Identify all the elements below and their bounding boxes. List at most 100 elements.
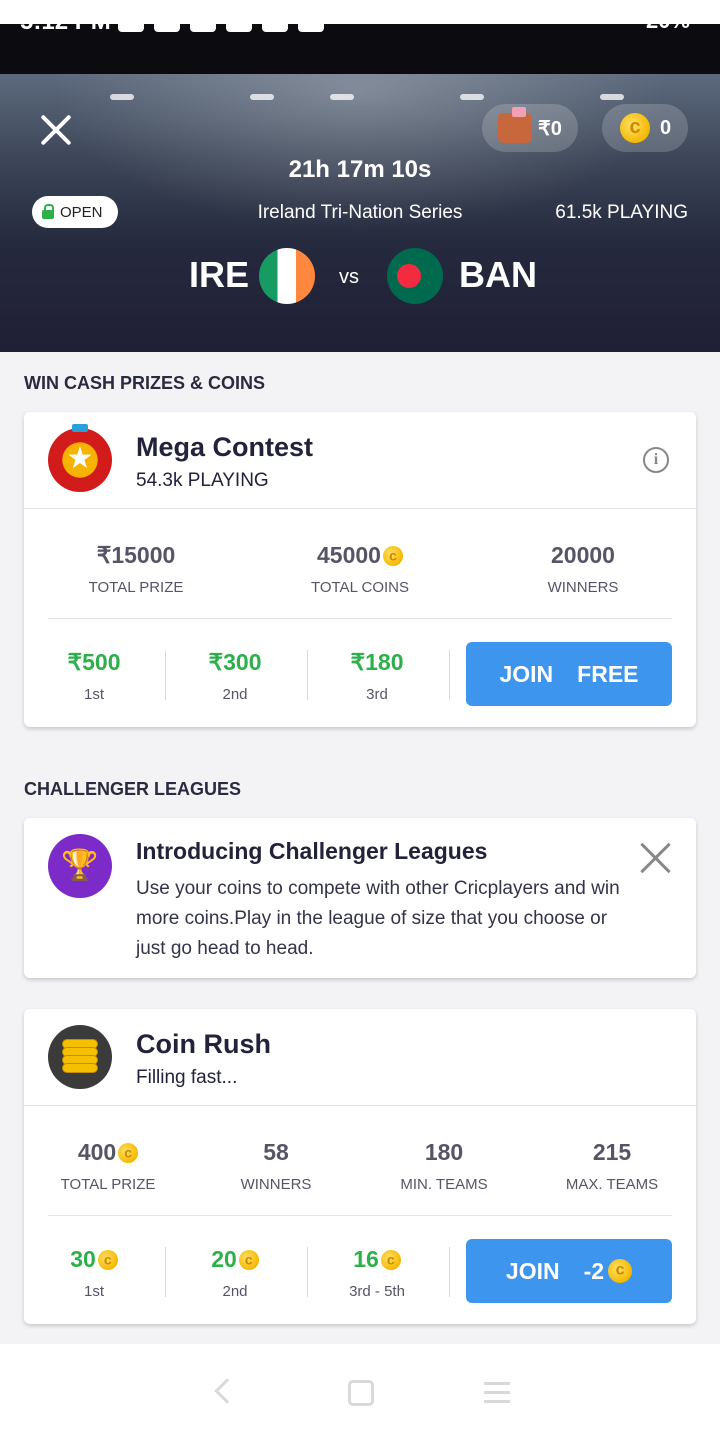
wallet-icon — [498, 107, 532, 143]
match-countdown: 21h 17m 10s — [288, 156, 432, 183]
stat-value: 215 — [592, 1139, 632, 1165]
divider — [449, 1247, 450, 1297]
coin-icon — [620, 113, 650, 143]
prize-rank-3: 16 3rd - 5th — [312, 1246, 442, 1300]
stat-label: WINNERS — [547, 579, 619, 596]
coin-icon — [118, 1142, 139, 1163]
stat-value: 400 — [77, 1139, 117, 1165]
divider — [449, 650, 450, 700]
divider — [165, 650, 166, 700]
contest-subtitle: Filling fast... — [136, 1067, 238, 1088]
divider — [24, 508, 696, 509]
prize-value: 16 — [353, 1246, 379, 1272]
join-cost-group: -2 — [583, 1257, 633, 1285]
close-icon[interactable] — [640, 842, 672, 874]
coin-icon — [608, 1259, 633, 1283]
status-bar-overlay — [0, 0, 720, 24]
join-coin-rush-button[interactable]: JOIN -2 — [466, 1239, 672, 1303]
stat-value: ₹15000 — [96, 542, 176, 568]
system-nav-bar — [0, 1344, 720, 1440]
close-button[interactable] — [38, 112, 74, 148]
home-icon[interactable] — [348, 1380, 374, 1406]
prize-value: 20 — [211, 1246, 237, 1272]
prize-rank-3: ₹180 3rd — [312, 649, 442, 703]
team2-name: BAN — [459, 254, 537, 295]
prize-rank-1: ₹500 1st — [29, 649, 159, 703]
prize-value: ₹500 — [67, 649, 121, 675]
stat-label: TOTAL PRIZE — [60, 1176, 156, 1193]
section-heading-win: WIN CASH PRIZES & COINS — [24, 373, 266, 393]
prize-value: ₹300 — [208, 649, 262, 675]
join-cost: FREE — [577, 660, 639, 687]
section-heading-challenger: CHALLENGER LEAGUES — [24, 779, 242, 799]
divider — [165, 1247, 166, 1297]
contest-playing: 54.3k PLAYING — [136, 470, 269, 491]
stat-min-teams: 180 MIN. TEAMS — [364, 1139, 524, 1193]
team1-name: IRE — [189, 254, 250, 295]
stat-total-prize: 400 TOTAL PRIZE — [28, 1139, 188, 1193]
intro-body: Use your coins to compete with other Cri… — [136, 878, 620, 959]
intro-title: Introducing Challenger Leagues — [136, 838, 488, 864]
stat-total-prize: ₹15000 TOTAL PRIZE — [56, 542, 216, 596]
prize-rank: 1st — [83, 686, 104, 703]
status-bar: 5:12 PM 20% — [0, 0, 720, 74]
prize-rank: 2nd — [222, 686, 248, 703]
coin-balance: 0 — [660, 116, 672, 139]
coin-icon — [382, 545, 403, 566]
stat-value: 45000 — [317, 542, 381, 568]
stat-label: MIN. TEAMS — [400, 1176, 488, 1193]
versus-label: vs — [339, 266, 359, 288]
medal-icon — [48, 424, 112, 492]
prize-rank: 3rd — [366, 686, 388, 703]
contest-title: Coin Rush — [136, 1029, 271, 1059]
stat-label: TOTAL PRIZE — [88, 579, 184, 596]
match-header: ₹0 0 21h 17m 10s OPEN Ireland Tri-Nation… — [0, 74, 720, 352]
prize-value: 30 — [70, 1246, 96, 1272]
prize-rank: 1st — [83, 1283, 104, 1300]
stat-label: MAX. TEAMS — [565, 1176, 659, 1193]
challenger-intro-card: Introducing Challenger Leagues Use your … — [24, 818, 696, 978]
prize-rank-2: 20 2nd — [170, 1246, 300, 1300]
divider — [24, 1105, 696, 1106]
coin-icon — [97, 1249, 118, 1270]
coin-rush-card[interactable]: Coin Rush Filling fast... 400 TOTAL PRIZ… — [24, 1009, 696, 1324]
join-free-button[interactable]: JOIN FREE — [466, 642, 672, 706]
mega-contest-card[interactable]: Mega Contest 54.3k PLAYING ₹15000 TOTAL … — [24, 412, 696, 727]
join-label: JOIN — [499, 660, 554, 687]
menu-icon[interactable] — [484, 1382, 510, 1404]
coin-icon — [238, 1249, 259, 1270]
wallet-balance: ₹0 — [538, 117, 562, 140]
stat-value: 180 — [424, 1139, 464, 1165]
stat-label: TOTAL COINS — [310, 579, 410, 596]
prize-value: ₹180 — [350, 649, 404, 675]
stat-winners: 20000 WINNERS — [503, 542, 663, 596]
contest-title: Mega Contest — [136, 432, 314, 462]
prize-rank: 3rd - 5th — [349, 1283, 405, 1300]
back-icon[interactable] — [214, 1378, 240, 1404]
join-cost: -2 — [583, 1257, 605, 1284]
divider — [48, 1215, 672, 1216]
stat-value: 58 — [263, 1139, 289, 1165]
divider — [307, 650, 308, 700]
join-label: JOIN — [505, 1257, 560, 1284]
stadium-lights — [0, 94, 720, 102]
coins-stack-icon — [48, 1025, 112, 1089]
prize-rank: 2nd — [222, 1283, 248, 1300]
stat-label: WINNERS — [240, 1176, 312, 1193]
ireland-flag-icon — [259, 248, 315, 304]
stat-max-teams: 215 MAX. TEAMS — [532, 1139, 692, 1193]
stat-value: 20000 — [551, 542, 615, 568]
coin-balance-button[interactable]: 0 — [602, 104, 688, 152]
coin-icon — [380, 1249, 401, 1270]
prize-rank-1: 30 1st — [29, 1246, 159, 1300]
stat-total-coins: 45000 TOTAL COINS — [280, 542, 440, 596]
teams-row: IRE vs BAN — [0, 246, 720, 306]
divider — [307, 1247, 308, 1297]
divider — [48, 618, 672, 619]
trophy-icon — [48, 834, 112, 898]
stat-winners: 58 WINNERS — [196, 1139, 356, 1193]
info-icon[interactable] — [643, 447, 669, 473]
wallet-balance-button[interactable]: ₹0 — [482, 104, 578, 152]
bangladesh-flag-icon — [387, 248, 443, 304]
prize-rank-2: ₹300 2nd — [170, 649, 300, 703]
